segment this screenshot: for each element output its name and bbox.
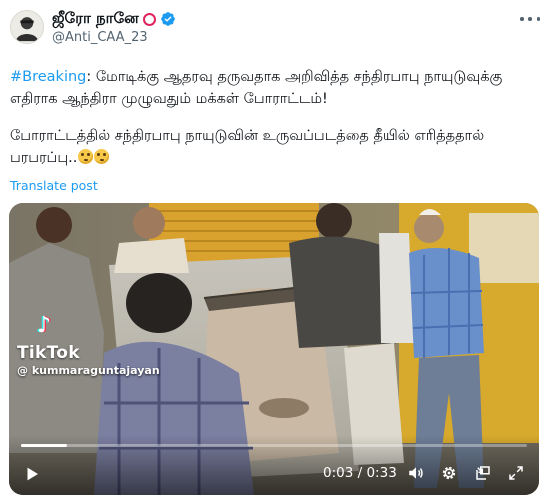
- tiktok-logo-icon: ♪: [37, 313, 52, 338]
- translate-post-link[interactable]: Translate post: [10, 178, 98, 193]
- tweet-paragraph-2: போராட்டத்தில் சந்திரபாபு நாயுடுவின் உருவ…: [10, 125, 545, 169]
- video-time: 0:03 / 0:33: [323, 465, 397, 481]
- author-name-row: ஜீரோ நானே: [52, 9, 176, 29]
- current-time: 0:03: [323, 465, 354, 481]
- tiktok-app-name: TikTok: [17, 343, 80, 363]
- tweet-text: #Breaking: மோடிக்கு ஆதரவு தருவதாக அறிவித…: [10, 66, 545, 169]
- time-separator: /: [353, 465, 367, 481]
- video-progress-fill: [21, 444, 67, 447]
- fullscreen-icon[interactable]: [507, 464, 525, 482]
- video-controls: 0:03 / 0:33: [9, 435, 539, 495]
- flushed-face-emoji: [78, 149, 94, 164]
- author-handle[interactable]: @Anti_CAA_23: [52, 30, 148, 45]
- author-display-name[interactable]: ஜீரோ நானே: [52, 9, 139, 29]
- play-icon[interactable]: [23, 465, 41, 483]
- volume-icon[interactable]: [407, 464, 425, 482]
- duration: 0:33: [366, 465, 397, 481]
- more-options-icon[interactable]: [520, 12, 540, 26]
- tiktok-watermark: ♪ TikTok @ kummaraguntajayan: [17, 313, 160, 378]
- video-progress-bar[interactable]: [21, 444, 527, 447]
- video-player[interactable]: ♪ TikTok @ kummaraguntajayan 0:03 / 0:33: [9, 203, 539, 495]
- avatar[interactable]: [10, 10, 44, 44]
- verified-badge-icon: [160, 11, 176, 27]
- tiktok-username: @ kummaraguntajayan: [17, 364, 160, 377]
- hashtag-link[interactable]: #Breaking: [10, 69, 86, 85]
- tweet-paragraph-1: #Breaking: மோடிக்கு ஆதரவு தருவதாக அறிவித…: [10, 66, 545, 110]
- red-ring-icon: [142, 12, 156, 26]
- settings-gear-icon[interactable]: [440, 464, 458, 482]
- picture-in-picture-icon[interactable]: [474, 464, 492, 482]
- avatar-icon: [11, 11, 43, 43]
- flushed-face-emoji: [94, 149, 110, 164]
